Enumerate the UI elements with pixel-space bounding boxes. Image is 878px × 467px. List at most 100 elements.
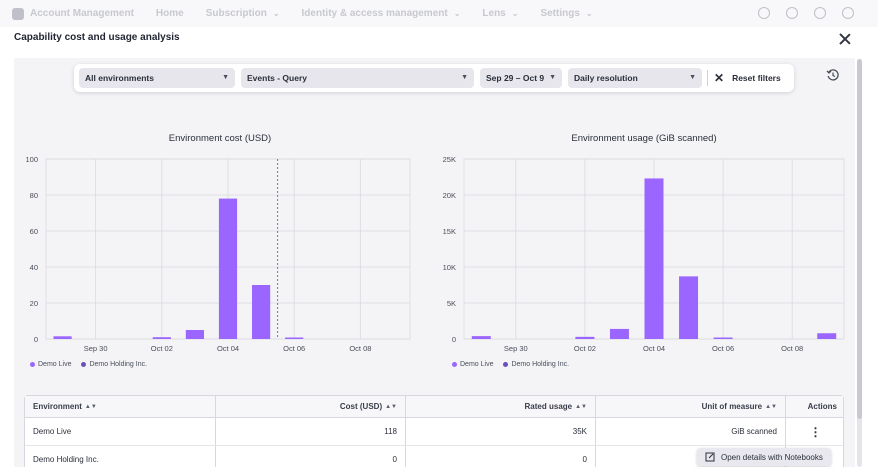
- nav-lens[interactable]: Lens ⌄: [482, 8, 518, 19]
- usage-chart-legend: Demo Live Demo Holding Inc.: [452, 361, 569, 368]
- chevron-down-icon: ⌄: [585, 9, 593, 18]
- bar[interactable]: [575, 336, 595, 339]
- table-header: Environment ▲▼ Cost (USD) ▲▼ Rated usage ▲▼…: [25, 396, 843, 418]
- sort-icon: ▲▼: [765, 403, 777, 410]
- bar[interactable]: [251, 285, 271, 339]
- bar[interactable]: [285, 337, 304, 340]
- open-external-icon: [705, 452, 715, 462]
- nav-home[interactable]: Home: [156, 8, 184, 19]
- x-tick-label: Oct 06: [712, 344, 734, 353]
- user-icon[interactable]: [842, 7, 854, 19]
- legend-item[interactable]: Demo Live: [30, 361, 71, 368]
- nav-iam[interactable]: Identity & access management ⌄: [302, 8, 461, 19]
- sort-icon: ▲▼: [575, 403, 587, 410]
- daterange-select[interactable]: Sep 29 – Oct 9 ▼: [480, 68, 562, 88]
- x-tick-label: Oct 02: [574, 344, 596, 353]
- bar[interactable]: [679, 276, 699, 339]
- header-cost[interactable]: Cost (USD) ▲▼: [215, 396, 405, 417]
- daterange-select-value: Sep 29 – Oct 9: [486, 73, 545, 83]
- cost-chart: 0 20 40 60 80 100 Sep 30 Oct 02 Oct 04 Oct 06 Oct …: [25, 155, 411, 353]
- y-tick-label: 10K: [443, 263, 456, 272]
- more-options-icon[interactable]: ⋮: [810, 425, 822, 439]
- nav-iam-label: Identity & access management: [301, 8, 448, 19]
- modal-title: Capability cost and usage analysis: [14, 32, 180, 43]
- table-row[interactable]: Demo Live 118 35K GiB scanned ⋮: [25, 418, 843, 446]
- legend-dot: [452, 362, 457, 367]
- resolution-select[interactable]: Daily resolution ▼: [568, 68, 702, 88]
- chevron-down-icon: ⌄: [511, 9, 519, 18]
- legend-dot: [30, 362, 35, 367]
- nav-settings-label: Settings: [540, 8, 580, 19]
- chart-title-cost: Environment cost (USD): [168, 133, 272, 144]
- reset-filters-button[interactable]: ✕ Reset filters: [714, 68, 781, 88]
- scrollbar[interactable]: [857, 59, 862, 467]
- chat-icon[interactable]: [814, 7, 826, 19]
- app-logo-icon: [12, 7, 24, 20]
- nav-subscription-label: Subscription: [205, 8, 267, 19]
- bar[interactable]: [713, 337, 733, 340]
- open-notebooks-button[interactable]: Open details with Notebooks: [697, 448, 831, 466]
- cell-environment: Demo Holding Inc.: [33, 455, 99, 464]
- reset-filters-label: Reset filters: [732, 73, 781, 83]
- bar[interactable]: [185, 330, 205, 339]
- legend-dot: [503, 362, 509, 367]
- capability-select[interactable]: Events - Query ▼: [241, 68, 474, 88]
- header-actions: Actions: [785, 396, 845, 417]
- legend-dot: [81, 362, 87, 367]
- x-tick-label: Oct 06: [283, 344, 305, 353]
- legend-label: Demo Live: [460, 361, 494, 368]
- bar[interactable]: [817, 333, 837, 339]
- x-tick-label: Oct 08: [781, 344, 803, 353]
- header-rated-label: Rated usage: [524, 402, 573, 411]
- sort-icon: ▲▼: [84, 403, 97, 410]
- bar[interactable]: [218, 198, 238, 339]
- header-rated-usage[interactable]: Rated usage ▲▼: [405, 396, 595, 417]
- header-unit-label: Unit of measure: [701, 402, 763, 411]
- y-tick-label: 0: [34, 335, 38, 344]
- legend-label: Demo Live: [38, 361, 72, 368]
- row-actions: ⋮: [785, 418, 845, 445]
- y-tick-label: 5K: [447, 299, 456, 308]
- nav-settings[interactable]: Settings ⌄: [540, 8, 592, 19]
- chart-title-usage: Environment usage (GiB scanned): [571, 133, 717, 144]
- y-tick-label: 0: [452, 335, 456, 344]
- topnav-icons: [758, 7, 854, 19]
- y-tick-label: 20: [30, 299, 38, 308]
- chevron-down-icon: ⌄: [453, 9, 461, 18]
- y-tick-label: 20K: [443, 191, 456, 200]
- legend-item[interactable]: Demo Holding Inc.: [503, 361, 569, 368]
- chevron-down-icon: ▼: [222, 74, 229, 81]
- nav-app-title: Account Management: [30, 8, 134, 19]
- cell-cost: 0: [215, 446, 405, 467]
- top-navigation: Account Management Home Subscription ⌄ Id…: [0, 0, 878, 27]
- legend-item[interactable]: Demo Live: [452, 361, 493, 368]
- bar[interactable]: [152, 337, 171, 339]
- cost-chart-legend: Demo Live Demo Holding Inc.: [30, 361, 147, 368]
- notifications-icon[interactable]: [758, 7, 770, 19]
- filter-bar: All environments ▼ Events - Query ▼ Sep …: [74, 64, 794, 92]
- legend-item[interactable]: Demo Holding Inc.: [81, 361, 147, 368]
- environment-select-value: All environments: [85, 73, 154, 83]
- bar[interactable]: [644, 178, 664, 339]
- bar[interactable]: [609, 328, 629, 339]
- chevron-down-icon: ▼: [461, 74, 468, 81]
- capability-select-value: Events - Query: [247, 73, 307, 83]
- help-icon[interactable]: [786, 7, 798, 19]
- close-icon: ✕: [714, 71, 725, 85]
- nav-subscription[interactable]: Subscription ⌄: [206, 8, 280, 19]
- close-icon[interactable]: [838, 32, 852, 46]
- bar[interactable]: [53, 336, 72, 339]
- scrollbar-thumb[interactable]: [857, 59, 862, 419]
- environment-select[interactable]: All environments ▼: [79, 68, 235, 88]
- history-icon[interactable]: [826, 68, 840, 82]
- usage-chart: 0 5K 10K 15K 20K 25K Sep 30 Oct 02 Oct 04 Oct 06 O…: [443, 155, 845, 353]
- header-environment[interactable]: Environment ▲▼: [25, 396, 215, 417]
- bar[interactable]: [471, 336, 491, 339]
- header-cost-label: Cost (USD): [339, 402, 383, 411]
- filter-divider: [707, 70, 708, 86]
- y-tick-label: 25K: [443, 155, 456, 164]
- sort-icon: ▲▼: [385, 403, 397, 410]
- cell-unit: GiB scanned: [595, 418, 785, 445]
- header-unit[interactable]: Unit of measure ▲▼: [595, 396, 785, 417]
- header-environment-label: Environment: [33, 402, 82, 411]
